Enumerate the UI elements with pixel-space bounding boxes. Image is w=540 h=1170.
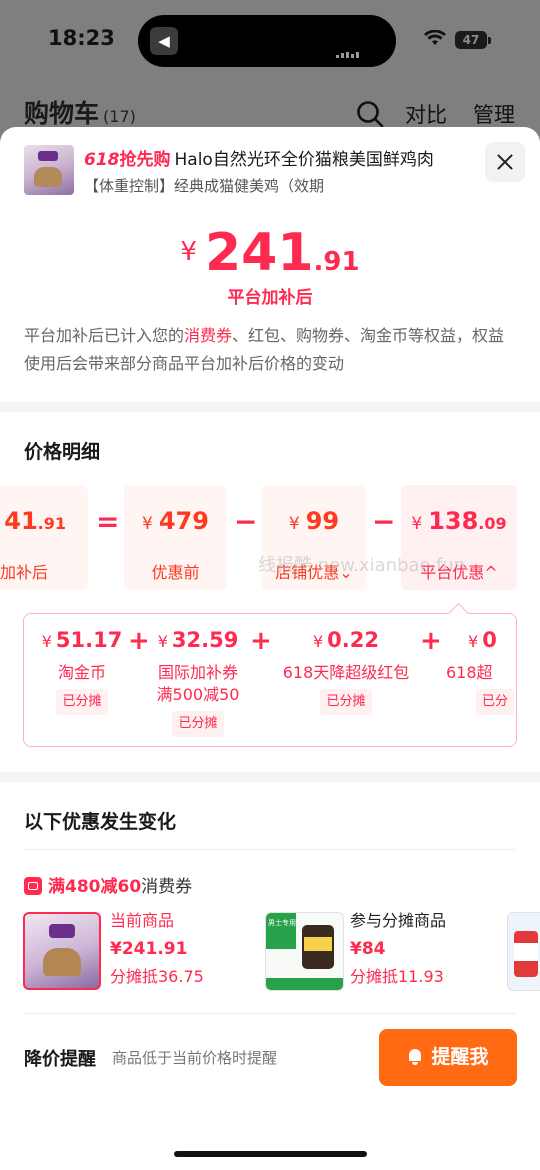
eq-after-dec: .91 [37, 514, 66, 533]
breakdown-tag: 已分摊 [320, 689, 372, 715]
breakdown-item: ¥32.59 国际加补券 满500减50 已分摊 [148, 614, 248, 746]
breakdown-tag: 已分 [476, 689, 515, 715]
status-time: 18:23 [48, 26, 115, 50]
wifi-icon [424, 30, 446, 45]
compare-button[interactable]: 对比 [405, 99, 447, 129]
manage-button[interactable]: 管理 [473, 99, 515, 129]
breakdown-value: 0 [482, 628, 497, 652]
breakdown-tag: 已分摊 [56, 689, 108, 715]
product-subtitle: 【体重控制】经典成猫健美鸡（效期 [84, 177, 325, 195]
shared-product-share: 分摊抵11.93 [350, 967, 444, 986]
plus-sign: + [250, 626, 272, 656]
breakdown-currency: ¥ [312, 632, 324, 651]
cart-count: (17) [103, 107, 136, 126]
breakdown-currency: ¥ [157, 632, 168, 651]
product-thumbnail [24, 145, 74, 195]
eq-original-currency: ¥ [142, 514, 153, 534]
plus-sign: + [420, 626, 442, 656]
remind-me-button[interactable]: 提醒我 [379, 1029, 517, 1086]
divider-line [24, 849, 516, 850]
equals-sign: = [96, 505, 120, 538]
breakdown-currency: ¥ [41, 632, 52, 651]
coupon-row: 满480减60消费券 [24, 872, 192, 897]
battery-tip [488, 37, 491, 44]
eq-platform-int: 138 [428, 507, 479, 535]
eq-original-int: 479 [158, 507, 209, 535]
breakdown-item: ¥51.17 淘金币已分摊 [32, 614, 132, 746]
other-product-image[interactable] [507, 912, 540, 991]
coupon-icon [24, 877, 42, 895]
promo-618: 618 [84, 150, 120, 170]
notice-text-1: 平台加补后已计入您的 [24, 326, 185, 345]
platform-discount-breakdown: ¥51.17 淘金币 已分摊 + ¥32.59 国际加补券 满500减50 已分摊 … [23, 613, 517, 747]
price-label: 平台加补后 [227, 288, 313, 308]
changes-title: 以下优惠发生变化 [24, 811, 177, 833]
equation-original-price: ¥479 优惠前 [124, 485, 227, 590]
shared-product-price: ¥84 [350, 939, 386, 959]
audio-level-icon [336, 39, 366, 58]
home-indicator [174, 1151, 367, 1157]
breakdown-value: 0.22 [327, 628, 379, 652]
section-divider [0, 402, 540, 412]
price-notice: 平台加补后已计入您的消费券、红包、购物券、淘金币等权益，权益使用后会带来部分商品… [24, 322, 516, 378]
current-product-label: 当前商品 [110, 911, 175, 930]
shared-product-label: 参与分摊商品 [350, 911, 447, 930]
cart-title: 购物车 (17) [24, 94, 136, 130]
price-decimal: .91 [313, 247, 360, 277]
shared-product-image[interactable] [265, 912, 344, 991]
watermark: 线报酷 new.xianbao.fun [258, 555, 466, 576]
cart-title-text: 购物车 [24, 99, 100, 128]
dynamic-island: ◀ [138, 15, 396, 67]
breakdown-label: 国际加补券 满500减50 [156, 663, 240, 704]
breakdown-label: 618天降超级红包 [282, 663, 410, 682]
breakdown-value: 51.17 [55, 628, 123, 652]
close-button[interactable] [485, 142, 525, 182]
shared-product-info: 参与分摊商品 ¥84 分摊抵11.93 [350, 907, 446, 991]
bell-icon [407, 1049, 423, 1065]
breakdown-item: ¥0 618超已分 [446, 614, 516, 746]
breakdown-item: ¥0.22 618天降超级红包已分摊 [274, 614, 418, 746]
promo-label: 抢先购 [119, 150, 171, 170]
breakdown-label: 618超 [446, 663, 493, 682]
price-drop-title: 降价提醒 [24, 1049, 96, 1070]
final-price: ¥241.91 [0, 223, 540, 283]
current-product-price: ¥241.91 [110, 939, 188, 959]
breakdown-label: 淘金币 [57, 663, 106, 682]
status-bar: 18:23 ◀ 47 [0, 0, 540, 80]
minus-sign-2: − [372, 505, 396, 538]
current-product-info: 当前商品 ¥241.91 分摊抵36.75 [110, 907, 204, 991]
eq-after-label: 加补后 [0, 563, 49, 582]
coupon-type: 消费券 [141, 877, 193, 897]
breakdown-value: 32.59 [171, 628, 239, 652]
eq-original-label: 优惠前 [151, 563, 200, 582]
plus-sign: + [128, 626, 150, 656]
price-detail-title: 价格明细 [24, 441, 101, 463]
notice-highlight[interactable]: 消费券 [184, 326, 232, 345]
breakdown-tag: 已分摊 [172, 711, 224, 737]
search-icon[interactable] [356, 100, 384, 128]
price-currency: ¥ [180, 237, 197, 267]
breakdown-currency: ¥ [468, 632, 479, 651]
eq-shop-int: 99 [305, 507, 340, 535]
speaker-icon: ◀ [150, 27, 178, 55]
eq-after-int: 41 [4, 507, 38, 535]
price-integer: 241 [204, 223, 314, 283]
minus-sign-1: − [234, 505, 258, 538]
remind-me-label: 提醒我 [431, 1047, 489, 1068]
product-title: 618抢先购 Halo自然光环全价猫粮美国鲜鸡肉 [84, 145, 434, 170]
current-product-share: 分摊抵36.75 [110, 967, 204, 986]
product-name: Halo自然光环全价猫粮美国鲜鸡肉 [174, 150, 434, 170]
equation-after-subsidy: 41.91 加补后 [0, 485, 88, 590]
price-detail-sheet: 618抢先购 Halo自然光环全价猫粮美国鲜鸡肉 【体重控制】经典成猫健美鸡（效期… [0, 127, 540, 1170]
price-drop-desc: 商品低于当前价格时提醒 [112, 1049, 278, 1067]
eq-platform-currency: ¥ [411, 514, 423, 534]
eq-platform-dec: .09 [478, 514, 507, 533]
coupon-amount: 满480减60 [48, 877, 142, 897]
battery-indicator: 47 [455, 31, 487, 49]
current-product-image[interactable] [23, 912, 101, 990]
section-divider [0, 772, 540, 782]
divider-line [24, 1013, 516, 1014]
eq-shop-currency: ¥ [288, 514, 300, 534]
